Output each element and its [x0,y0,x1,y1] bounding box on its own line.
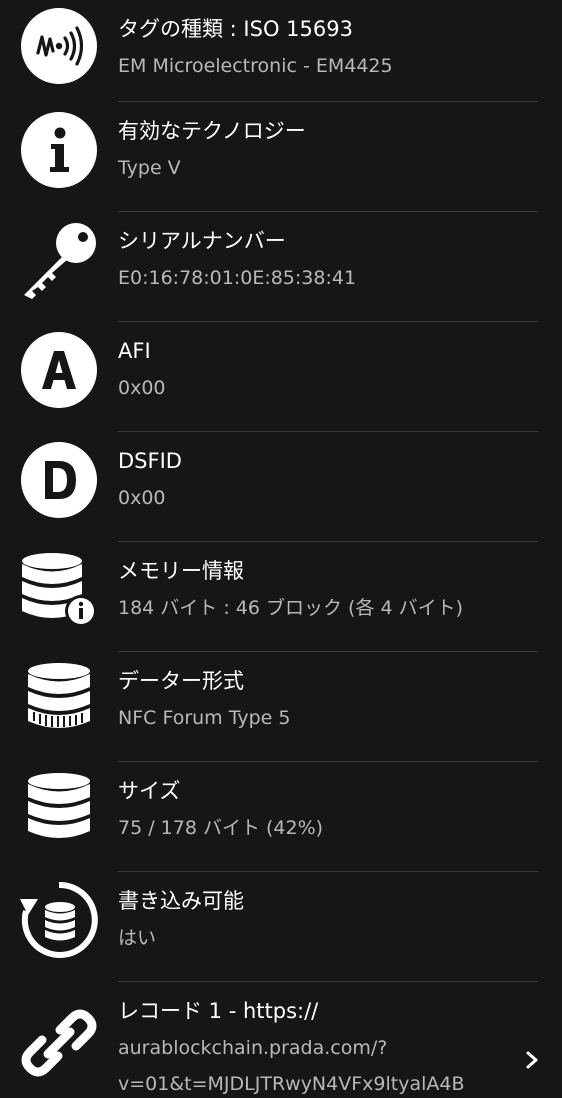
row-title: 有効なテクノロジー [118,119,306,143]
record-url-line-2: v=01&t=MJDLJTRwyN4VFx9ltyalA4B [118,1073,465,1095]
row-value: 0x00 [118,487,166,509]
database-info-icon [20,551,98,629]
row-writable: 書き込み可能 はい [0,872,562,982]
letter-a-icon [20,331,98,409]
record-url-line-1: aurablockchain.prada.com/? [118,1037,388,1059]
row-title: サイズ [118,779,181,803]
tag-info-list: タグの種類 : ISO 15693 EM Microelectronic - E… [0,0,562,1095]
row-record-1[interactable]: レコード 1 - https:// aurablockchain.prada.c… [0,982,562,1095]
row-data-format: データー形式 NFC Forum Type 5 [0,652,562,762]
chevron-right-icon [524,1050,540,1070]
row-title: DSFID [118,449,182,473]
row-size: サイズ 75 / 178 バイト (42%) [0,762,562,872]
row-title: AFI [118,339,151,363]
row-value: 184 バイト : 46 ブロック (各 4 バイト) [118,597,464,619]
row-title: タグの種類 : ISO 15693 [118,17,353,41]
row-dsfid: DSFID 0x00 [0,432,562,542]
link-icon [20,1004,98,1082]
row-value: EM Microelectronic - EM4425 [118,55,393,77]
row-value: Type V [118,157,181,179]
row-value: 0x00 [118,377,166,399]
row-value: NFC Forum Type 5 [118,707,291,729]
row-title: データー形式 [118,669,244,693]
row-value: E0:16:78:01:0E:85:38:41 [118,267,357,289]
database-size-icon [20,771,98,849]
letter-d-icon [20,441,98,519]
row-memory-info: メモリー情報 184 バイト : 46 ブロック (各 4 バイト) [0,542,562,652]
database-format-icon [20,661,98,739]
nfc-tag-icon [20,7,98,85]
row-serial-number: シリアルナンバー E0:16:78:01:0E:85:38:41 [0,212,562,322]
writable-database-icon [20,881,98,959]
row-value: はい [118,927,157,949]
row-title: シリアルナンバー [118,229,286,253]
row-tag-type: タグの種類 : ISO 15693 EM Microelectronic - E… [0,0,562,102]
row-technology: 有効なテクノロジー Type V [0,102,562,212]
key-icon [20,221,98,299]
row-title: レコード 1 - https:// [118,999,319,1023]
row-title: 書き込み可能 [118,889,244,913]
info-icon [20,111,98,189]
row-afi: AFI 0x00 [0,322,562,432]
row-title: メモリー情報 [118,559,244,583]
row-value: 75 / 178 バイト (42%) [118,817,324,839]
